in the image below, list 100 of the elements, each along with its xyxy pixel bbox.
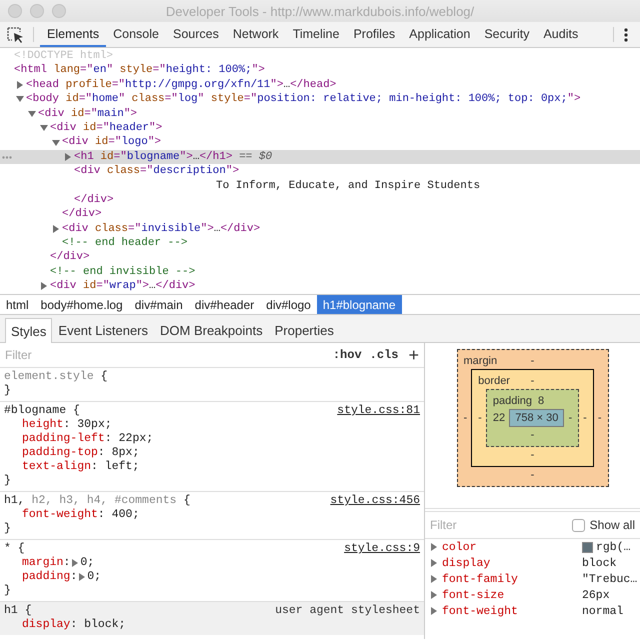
property-name: height <box>22 418 64 432</box>
disclosure-triangle-icon[interactable] <box>16 80 24 89</box>
breadcrumb[interactable]: html <box>0 295 35 314</box>
box-value: 22 <box>492 412 506 424</box>
property-separator: : <box>98 446 106 460</box>
property-name: margin <box>22 556 64 570</box>
property-value: block <box>582 556 617 570</box>
source-link[interactable]: style.css:9 <box>344 542 420 556</box>
property-value: "Trebuc… <box>582 572 638 586</box>
markup-line: <!-- end header --> <box>62 236 188 250</box>
panel-tab[interactable]: Profiles <box>346 22 402 47</box>
panel-tab[interactable]: Sources <box>166 22 226 47</box>
property-value: normal <box>582 604 624 618</box>
markup-line: <html lang="en" style="height: 100%;"> <box>14 63 265 78</box>
source-link[interactable]: style.css:81 <box>337 404 420 418</box>
inspect-icon[interactable] <box>7 27 25 43</box>
property-separator: : <box>70 618 78 632</box>
stylesheet-origin: user agent stylesheet <box>275 604 420 618</box>
expand-arrow-icon[interactable] <box>78 573 86 581</box>
rule-selector: #blogname { <box>4 404 80 418</box>
panel-tab[interactable]: Audits <box>536 22 586 47</box>
markup-line: <h1 id="blogname">…</h1> <box>74 150 232 164</box>
box-value: - <box>530 374 534 386</box>
markup-line: <div id="main"> <box>38 106 138 121</box>
box-value: - <box>583 412 587 424</box>
property-name: padding-top <box>22 446 98 460</box>
box-value: - <box>478 412 482 424</box>
box-label: padding <box>492 394 532 406</box>
breadcrumb[interactable]: body#home.log <box>34 295 129 314</box>
panel-tab[interactable]: Elements <box>40 22 106 47</box>
markup-line: </div> <box>50 250 90 265</box>
disclosure-triangle-icon[interactable] <box>40 124 48 132</box>
sidebar-tab[interactable]: Properties <box>268 318 340 342</box>
property-value: 30px; <box>77 418 112 432</box>
property-separator: : <box>98 508 106 522</box>
breadcrumb[interactable]: div#logo <box>260 295 317 314</box>
panel-tab[interactable]: Console <box>106 22 166 47</box>
property-separator: : <box>104 432 113 446</box>
content-box: 758 × 30 <box>509 409 564 427</box>
breadcrumb[interactable]: h1#blogname <box>316 295 402 314</box>
property-separator: : <box>63 556 70 570</box>
property-name: display <box>22 618 70 632</box>
rule-brace: } <box>4 522 12 536</box>
hover-state-toggle[interactable]: :hov <box>332 348 362 362</box>
markup-line: <div class="invisible">…</div> <box>62 222 260 236</box>
property-value: 26px <box>582 588 610 602</box>
property-name: font-weight <box>442 604 519 618</box>
sidebar-tab[interactable]: DOM Breakpoints <box>154 318 269 342</box>
markup-line: <body id="home" class="log" style="position: relative; min-height: 100%; top: 0px;"> <box>26 92 581 107</box>
property-separator: : <box>63 418 72 432</box>
property-value: rgb(… <box>596 540 631 554</box>
more-icon[interactable] <box>624 27 628 43</box>
rule-selector: * { <box>4 542 25 556</box>
filter-field[interactable]: Filter <box>430 518 572 532</box>
source-link[interactable]: style.css:456 <box>330 494 420 508</box>
panel-tab[interactable]: Security <box>477 22 536 47</box>
panel-tab[interactable]: Timeline <box>286 22 346 47</box>
disclosure-triangle-icon[interactable] <box>64 152 72 161</box>
box-value: 8 <box>538 394 544 406</box>
box-value: - <box>530 354 534 366</box>
property-name: font-family <box>442 572 519 586</box>
panel-tab[interactable]: Network <box>226 22 286 47</box>
sidebar-tab[interactable]: Event Listeners <box>52 318 154 342</box>
property-separator: : <box>70 570 78 584</box>
property-name: font-size <box>442 588 506 602</box>
disclosure-triangle-icon[interactable] <box>40 282 48 290</box>
disclosure-triangle-icon[interactable] <box>52 138 60 147</box>
disclosure-triangle-icon[interactable] <box>52 224 60 233</box>
markup-line: </div> <box>62 207 102 222</box>
add-rule-button[interactable]: + <box>408 346 419 364</box>
breadcrumb[interactable]: div#main <box>128 295 189 314</box>
window-title: Developer Tools - http://www.markdubois.info/weblog/ <box>166 4 474 18</box>
disclosure-triangle-icon[interactable] <box>28 110 36 118</box>
rule-selector: element.style { <box>4 370 108 384</box>
expand-arrow-icon[interactable] <box>71 559 80 567</box>
filter-field[interactable]: Filter <box>5 348 325 362</box>
rule-brace: } <box>4 474 12 488</box>
property-name: text-align <box>22 460 92 474</box>
markup-line: <!DOCTYPE html> <box>14 49 114 64</box>
text-content: To Inform, Educate, and Inspire Students <box>215 178 480 193</box>
box-value: - <box>568 412 572 424</box>
property-name: font-weight <box>22 508 98 522</box>
box-label: border <box>478 374 510 386</box>
markup-line: <div id="header"> <box>50 120 162 136</box>
disclosure-triangle-icon[interactable] <box>16 95 24 104</box>
box-label: margin <box>464 354 498 366</box>
class-toggle[interactable]: .cls <box>370 348 398 362</box>
property-value: 0; <box>80 556 94 570</box>
property-name: display <box>442 556 492 570</box>
panel-tab[interactable]: Application <box>402 22 478 47</box>
breadcrumb[interactable]: div#header <box>188 295 260 314</box>
color-swatch[interactable] <box>582 542 593 552</box>
markup-line: <!-- end invisible --> <box>50 264 196 280</box>
checkbox[interactable] <box>572 518 585 532</box>
sidebar-tab[interactable]: Styles <box>5 318 52 343</box>
rule-brace: } <box>4 584 12 598</box>
rule-selector: h1 { <box>4 604 32 618</box>
property-value: block; <box>84 618 126 632</box>
selected-marker: == $0 <box>239 150 272 164</box>
checkbox-label: Show all <box>590 518 635 532</box>
